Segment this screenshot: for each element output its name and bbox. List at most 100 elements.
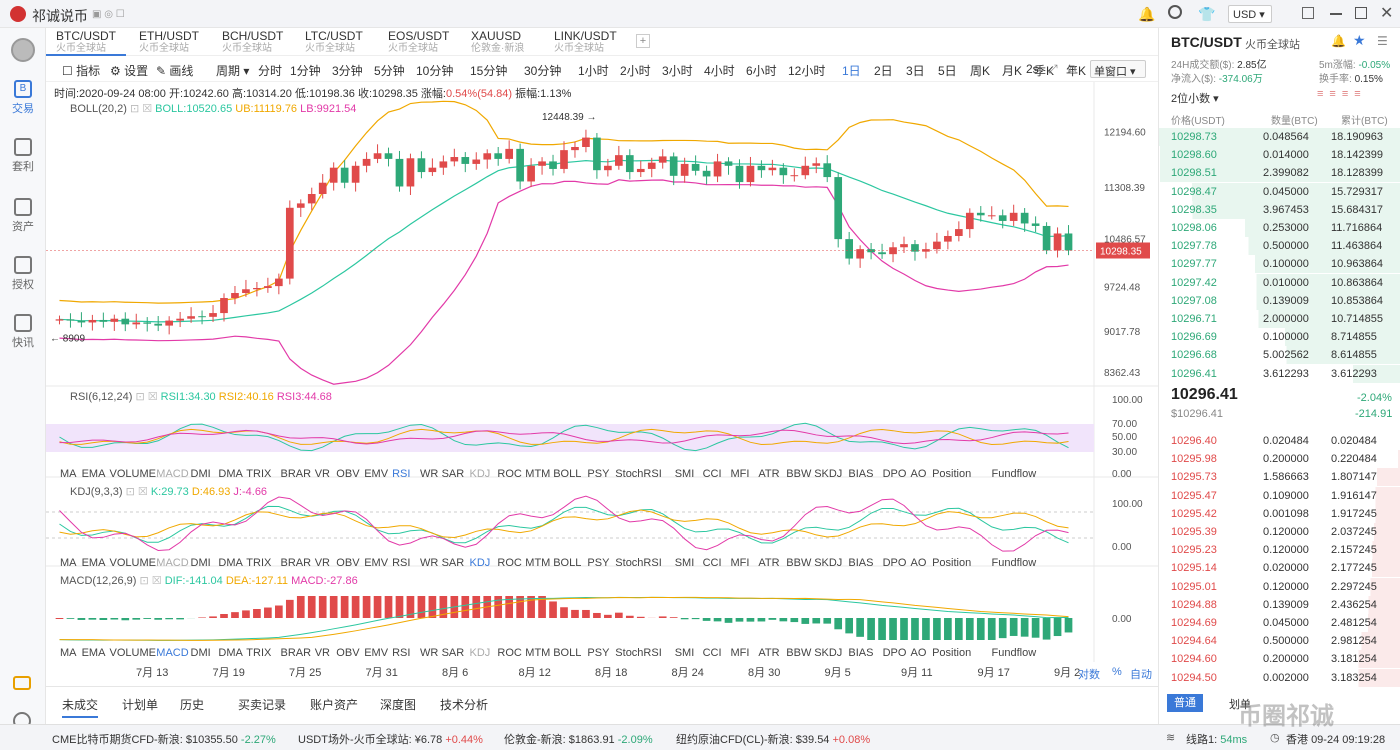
indicator-rsi[interactable]: RSI [392, 647, 410, 659]
indicator-boll[interactable]: BOLL [553, 647, 581, 659]
kline-chart[interactable]: 12194.60 11308.39 10486.57 9724.48 9017.78 83… [46, 82, 1158, 682]
indicator-mtm[interactable]: MTM [525, 557, 550, 569]
indicator-cci[interactable]: CCI [703, 468, 722, 480]
line-status[interactable]: 线路1: 54ms [1186, 731, 1247, 747]
interval-16[interactable]: 5日 [938, 62, 957, 79]
indicator-dma[interactable]: DMA [218, 647, 242, 659]
indicator-dpo[interactable]: DPO [883, 647, 907, 659]
indicator-ao[interactable]: AO [911, 468, 927, 480]
add-tab-button[interactable]: + [636, 34, 650, 48]
asks-row[interactable]: 10298.60 0.014000 18.142399 [1159, 146, 1400, 165]
indicator-dmi[interactable]: DMI [191, 647, 211, 659]
interval-1[interactable]: 1分钟 [290, 62, 321, 79]
indicator-rsi[interactable]: RSI [392, 557, 410, 569]
bids-row[interactable]: 10294.64 0.500000 2.981254 [1159, 632, 1400, 651]
bids-row[interactable]: 10295.42 0.001098 1.917245 [1159, 504, 1400, 523]
indicator-mfi[interactable]: MFI [731, 557, 750, 569]
tab-bch[interactable]: BCH/USDT 火币全球站 [212, 30, 292, 56]
indicator-sar[interactable]: SAR [442, 647, 465, 659]
ticker-item-usdt[interactable]: USDT场外-火币全球站: ¥6.78 +0.44% [298, 731, 483, 747]
tab-open-orders[interactable]: 未成交 [62, 696, 99, 718]
alert-bell-icon[interactable]: 🔔 [1331, 34, 1346, 48]
popout-chart-icon[interactable]: ⧉ [1068, 62, 1077, 77]
close-icon[interactable]: ✕ [1380, 3, 1393, 23]
currency-select[interactable]: USD ▾ [1228, 5, 1272, 23]
indicator-boll[interactable]: BOLL [553, 557, 581, 569]
asks-row[interactable]: 10298.51 2.399082 18.128399 [1159, 164, 1400, 183]
ticker-item-gold[interactable]: 伦敦金-新浪: $1863.91 -2.09% [504, 731, 653, 747]
interval-12[interactable]: 12小时 [788, 62, 825, 79]
interval-11[interactable]: 6小时 [746, 62, 777, 79]
indicator-wr[interactable]: WR [420, 557, 438, 569]
indicator-psy[interactable]: PSY [587, 557, 609, 569]
indicator-button[interactable]: ☐ 指标 [62, 62, 100, 79]
indicator-skdj[interactable]: SKDJ [814, 647, 842, 659]
tab-history[interactable]: 历史 [180, 696, 204, 713]
indicator-dpo[interactable]: DPO [883, 557, 907, 569]
indicator-position[interactable]: Position [932, 468, 971, 480]
asks-row[interactable]: 10298.73 0.048564 18.190963 [1159, 128, 1400, 146]
indicator-emv[interactable]: EMV [364, 468, 388, 480]
indicator-ema[interactable]: EMA [82, 468, 106, 480]
bids-row[interactable]: 10295.14 0.020000 2.177245 [1159, 559, 1400, 578]
indicator-smi[interactable]: SMI [675, 468, 695, 480]
indicator-dmi[interactable]: DMI [191, 468, 211, 480]
tab-btc[interactable]: BTC/USDT 火币全球站 [46, 30, 126, 56]
bids-row[interactable]: 10294.88 0.139009 2.436254 [1159, 595, 1400, 614]
window-mode-select[interactable]: 单窗口 ▾ [1090, 60, 1146, 78]
interval-7[interactable]: 1小时 [578, 62, 609, 79]
search-icon[interactable] [1168, 5, 1182, 19]
asks-row[interactable]: 10296.71 2.000000 10.714855 [1159, 310, 1400, 328]
tab-trades[interactable]: 买卖记录 [238, 696, 286, 713]
interval-0[interactable]: 分时 [258, 62, 282, 79]
indicator-volume[interactable]: VOLUME [110, 468, 156, 480]
indicator-ma[interactable]: MA [60, 647, 77, 659]
indicator-trix[interactable]: TRIX [246, 468, 271, 480]
interval-10[interactable]: 4小时 [704, 62, 735, 79]
indicator-position[interactable]: Position [932, 647, 971, 659]
tab-plan-orders[interactable]: 计划单 [122, 696, 158, 713]
indicator-mfi[interactable]: MFI [731, 647, 750, 659]
indicator-volume[interactable]: VOLUME [110, 647, 156, 659]
legend-controls[interactable]: ⊡ ☒ [139, 575, 161, 587]
indicator-macd[interactable]: MACD [156, 468, 188, 480]
axis-pct-toggle[interactable]: % [1112, 666, 1122, 678]
indicator-dma[interactable]: DMA [218, 557, 242, 569]
indicator-skdj[interactable]: SKDJ [814, 468, 842, 480]
indicator-atr[interactable]: ATR [758, 647, 779, 659]
indicator-vr[interactable]: VR [315, 468, 330, 480]
indicator-brar[interactable]: BRAR [281, 468, 312, 480]
indicator-smi[interactable]: SMI [675, 647, 695, 659]
indicator-ao[interactable]: AO [911, 647, 927, 659]
window-icons[interactable]: ▣ ◎ ☐ [92, 9, 125, 20]
avatar[interactable] [11, 38, 35, 62]
indicator-fundflow[interactable]: Fundflow [992, 647, 1037, 659]
shirt-icon[interactable]: 👕 [1198, 6, 1215, 23]
indicator-mtm[interactable]: MTM [525, 468, 550, 480]
indicator-bias[interactable]: BIAS [848, 647, 873, 659]
tab-account[interactable]: 账户资产 [310, 696, 358, 713]
maximize-icon[interactable] [1355, 7, 1367, 19]
settings-button[interactable]: ⚙ 设置 [110, 62, 148, 79]
asks-row[interactable]: 10296.69 0.100000 8.714855 [1159, 328, 1400, 347]
tab-depth[interactable]: 深度图 [380, 696, 416, 713]
indicator-roc[interactable]: ROC [497, 557, 521, 569]
asks-row[interactable]: 10298.35 3.967453 15.684317 [1159, 200, 1400, 219]
asks-row[interactable]: 10296.41 3.612293 3.612293 [1159, 364, 1400, 383]
ticker-item-oil[interactable]: 纽约原油CFD(CL)-新浪: $39.54 +0.08% [676, 731, 870, 747]
axis-auto-toggle[interactable]: 自动 [1130, 666, 1152, 682]
indicator-kdj[interactable]: KDJ [470, 557, 491, 569]
indicator-volume[interactable]: VOLUME [110, 557, 156, 569]
indicator-wr[interactable]: WR [420, 468, 438, 480]
indicator-cci[interactable]: CCI [703, 557, 722, 569]
interval-5[interactable]: 15分钟 [470, 62, 507, 79]
asks-row[interactable]: 10298.06 0.253000 11.716864 [1159, 219, 1400, 237]
indicator-macd[interactable]: MACD [156, 647, 188, 659]
interval-14[interactable]: 2日 [874, 62, 893, 79]
interval-8[interactable]: 2小时 [620, 62, 651, 79]
indicator-wr[interactable]: WR [420, 647, 438, 659]
indicator-dpo[interactable]: DPO [883, 468, 907, 480]
indicator-obv[interactable]: OBV [336, 557, 359, 569]
indicator-skdj[interactable]: SKDJ [814, 557, 842, 569]
indicator-sar[interactable]: SAR [442, 468, 465, 480]
